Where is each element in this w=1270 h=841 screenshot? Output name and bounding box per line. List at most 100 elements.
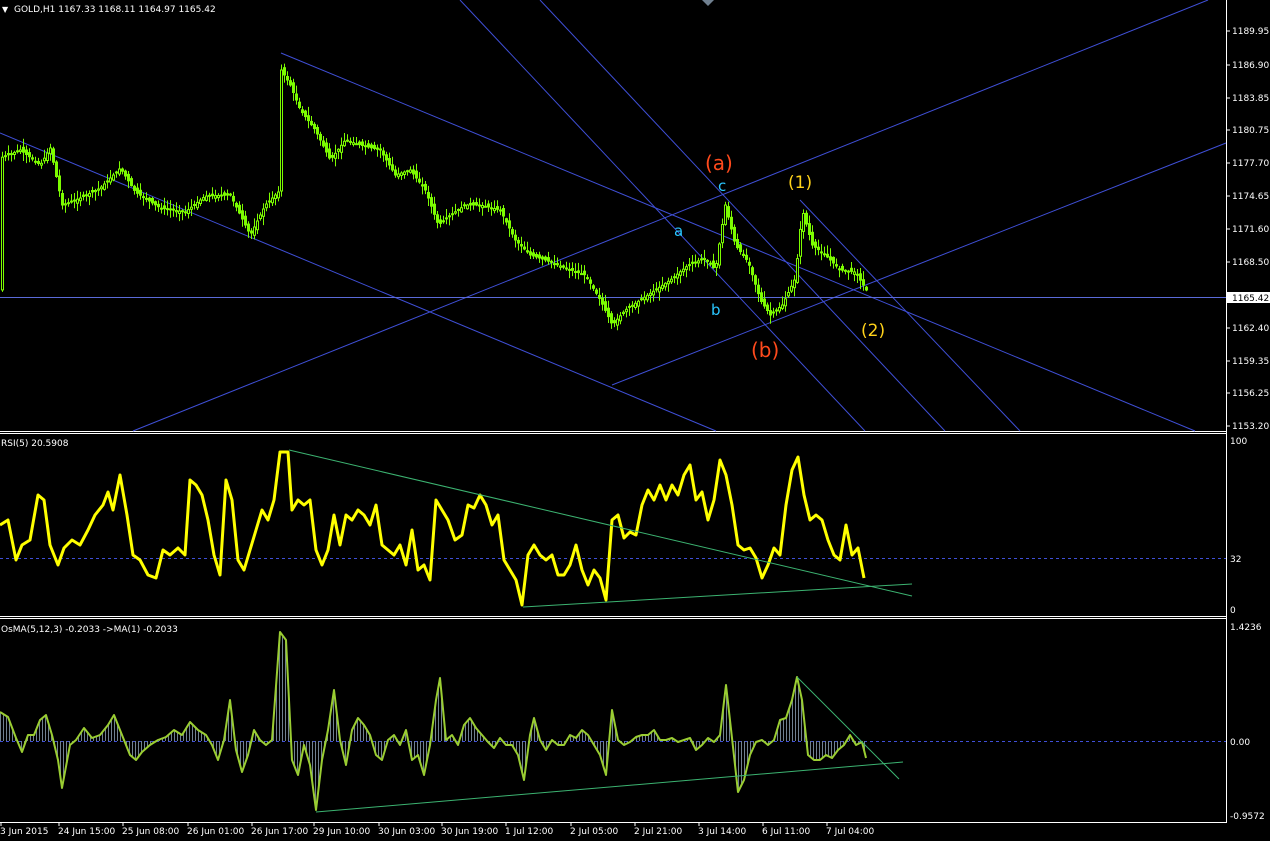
candle-body bbox=[484, 205, 487, 208]
candle-body bbox=[259, 214, 262, 219]
candle-body bbox=[727, 206, 730, 218]
candle-body bbox=[73, 199, 76, 202]
osma-histogram bbox=[0, 634, 865, 803]
candle-body bbox=[631, 304, 634, 307]
candle-body bbox=[412, 169, 415, 175]
candle-body bbox=[754, 275, 757, 285]
candle-body bbox=[547, 257, 550, 262]
osma-tick-max: 1.4236 bbox=[1230, 623, 1262, 633]
candle-body bbox=[745, 254, 748, 260]
candle-body bbox=[406, 170, 409, 173]
candle-body bbox=[253, 226, 256, 236]
current-price-marker: 1165.42 bbox=[1227, 292, 1270, 304]
candle-body bbox=[559, 265, 562, 268]
candle-body bbox=[733, 226, 736, 242]
price-panel[interactable]: (a) c (1) a b (b) (2) ▼ GOLD,H1 1167.33 … bbox=[0, 0, 1227, 432]
time-tick-label: 1 Jul 12:00 bbox=[505, 827, 554, 837]
candle-body bbox=[808, 223, 811, 236]
scroll-marker-icon[interactable] bbox=[702, 0, 714, 6]
candle-body bbox=[640, 298, 643, 301]
candle-body bbox=[175, 210, 178, 213]
candle-body bbox=[379, 148, 382, 151]
candle-body bbox=[37, 161, 40, 164]
candle-body bbox=[46, 152, 49, 162]
candle-body bbox=[4, 155, 7, 158]
candle-body bbox=[607, 307, 610, 318]
candle-body bbox=[187, 209, 190, 215]
osma-tick-zero: 0.00 bbox=[1230, 738, 1250, 748]
candle-body bbox=[13, 151, 16, 155]
candle-body bbox=[25, 149, 28, 155]
candle-body bbox=[694, 261, 697, 264]
candle-body bbox=[142, 196, 145, 199]
candle-body bbox=[145, 197, 148, 200]
rsi-panel[interactable]: RSI(5) 20.5908 100 32 0 bbox=[0, 437, 1247, 616]
candle-body bbox=[625, 308, 628, 313]
candle-body bbox=[556, 263, 559, 266]
trading-chart[interactable]: (a) c (1) a b (b) (2) ▼ GOLD,H1 1167.33 … bbox=[0, 0, 1270, 841]
osma-panel[interactable]: OsMA(5,12,3) -0.2033 ->MA(1) -0.2033 1.4… bbox=[0, 623, 1265, 822]
candle-body bbox=[847, 270, 850, 273]
candle-body bbox=[664, 282, 667, 288]
candle-body bbox=[40, 162, 43, 166]
candle-body bbox=[619, 315, 622, 322]
candle-body bbox=[463, 204, 466, 207]
candle-body bbox=[370, 144, 373, 149]
candle-body bbox=[139, 189, 142, 196]
candle-body bbox=[712, 260, 715, 269]
candle-body bbox=[103, 183, 106, 190]
candle-body bbox=[157, 203, 160, 208]
candle-body bbox=[697, 260, 700, 264]
candle-body bbox=[601, 297, 604, 305]
candle-body bbox=[790, 285, 793, 292]
candle-body bbox=[64, 203, 67, 206]
candle-body bbox=[235, 202, 238, 208]
candle-body bbox=[82, 194, 85, 198]
candle-body bbox=[652, 290, 655, 296]
candle-body bbox=[598, 294, 601, 299]
candle-body bbox=[178, 210, 181, 214]
candle-body bbox=[151, 198, 154, 204]
candle-body bbox=[55, 161, 58, 177]
time-tick-label: 2 Jul 05:00 bbox=[570, 827, 619, 837]
candle-body bbox=[784, 298, 787, 307]
candle-body bbox=[622, 311, 625, 314]
candle-body bbox=[865, 286, 868, 291]
candle-body bbox=[823, 253, 826, 256]
candle-body bbox=[415, 170, 418, 179]
candle-body bbox=[817, 246, 820, 251]
wave-label-a-primary: (a) bbox=[705, 151, 733, 175]
candle-body bbox=[28, 152, 31, 158]
candle-body bbox=[646, 294, 649, 301]
wave-label-a: a bbox=[674, 222, 683, 240]
price-axis: 1189.95 1186.90 1183.85 1180.75 1177.70 1174.… bbox=[1226, 27, 1269, 432]
candle-body bbox=[520, 244, 523, 247]
candle-body bbox=[238, 204, 241, 214]
price-tick-label: 1183.85 bbox=[1232, 94, 1269, 104]
candle-body bbox=[466, 204, 469, 210]
candle-body bbox=[787, 292, 790, 297]
chart-header-arrow[interactable]: ▼ bbox=[2, 5, 9, 14]
candle-body bbox=[304, 110, 307, 118]
candle-body bbox=[229, 193, 232, 196]
candle-body bbox=[67, 202, 70, 205]
candle-body bbox=[325, 142, 328, 153]
candle-body bbox=[541, 256, 544, 260]
candle-body bbox=[334, 152, 337, 159]
candle-body bbox=[475, 202, 478, 206]
candle-body bbox=[112, 174, 115, 181]
time-tick-label: 2 Jul 21:00 bbox=[634, 827, 683, 837]
candle-body bbox=[43, 157, 46, 162]
trendlines[interactable] bbox=[0, 0, 1227, 432]
candle-body bbox=[313, 123, 316, 130]
candle-body bbox=[31, 157, 34, 160]
candle-body bbox=[481, 205, 484, 209]
time-tick-label: 24 Jun 15:00 bbox=[58, 827, 115, 837]
candle-body bbox=[460, 207, 463, 213]
candle-body bbox=[730, 216, 733, 230]
price-tick-label: 1171.60 bbox=[1232, 225, 1269, 235]
candle-body bbox=[310, 120, 313, 126]
candle-body bbox=[721, 224, 724, 244]
candle-body bbox=[148, 197, 151, 202]
candle-body bbox=[337, 148, 340, 152]
